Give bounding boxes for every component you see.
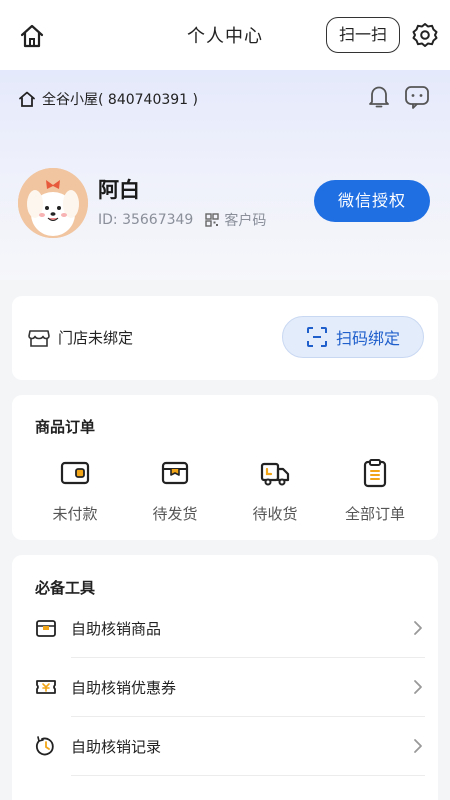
store-home-icon: [19, 91, 35, 107]
message-icon[interactable]: [404, 85, 430, 109]
wechat-authorize-button[interactable]: 微信授权: [314, 180, 430, 222]
order-to-ship-label: 待发货: [152, 505, 198, 523]
avatar-image: [18, 168, 88, 238]
order-to-receive[interactable]: 待收货: [230, 457, 320, 524]
scan-button[interactable]: 扫一扫: [326, 17, 400, 53]
truck-icon: [260, 462, 290, 486]
chevron-right-icon: [414, 739, 422, 753]
scan-bind-label: 扫码绑定: [335, 329, 400, 348]
order-to-receive-label: 待收货: [252, 505, 298, 523]
user-name: 阿白: [98, 178, 140, 202]
scan-bind-button[interactable]: 扫码绑定: [282, 316, 424, 358]
tool-verify-history[interactable]: 自助核销记录: [35, 717, 425, 776]
avatar[interactable]: [18, 168, 88, 238]
scan-frame-icon: [306, 327, 327, 347]
store-bind-card: 门店未绑定 扫码绑定: [12, 296, 438, 380]
order-all[interactable]: 全部订单: [330, 457, 420, 524]
tool-verify-coupon-label: 自助核销优惠券: [71, 679, 177, 697]
user-id-line: ID: 35667349 客户码: [98, 210, 266, 230]
order-unpaid-label: 未付款: [52, 505, 98, 523]
order-to-ship[interactable]: 待发货: [130, 457, 220, 524]
bell-icon[interactable]: [367, 84, 391, 110]
store-name: 全谷小屋( 840740391 ): [42, 92, 198, 108]
tool-verify-goods[interactable]: 自助核销商品: [35, 599, 425, 658]
tool-verify-goods-label: 自助核销商品: [71, 620, 162, 638]
package-icon: [161, 461, 189, 485]
clipboard-icon: [363, 459, 387, 488]
shop-icon: [28, 329, 50, 347]
tools-card: 必备工具 自助核销商品 自助核销优惠券 自助核销记录: [12, 555, 438, 800]
history-icon: [35, 736, 54, 756]
user-id: ID: 35667349: [98, 212, 194, 228]
tool-verify-coupon[interactable]: 自助核销优惠券: [35, 658, 425, 717]
goods-icon: [36, 620, 56, 637]
top-bar: 个人中心 扫一扫: [0, 0, 450, 70]
store-selector[interactable]: 全谷小屋( 840740391 ): [18, 88, 198, 110]
order-unpaid[interactable]: 未付款: [30, 457, 120, 524]
customer-code-label: 客户码: [224, 213, 267, 229]
orders-title: 商品订单: [35, 418, 96, 436]
coupon-icon: [36, 680, 56, 694]
chevron-right-icon: [414, 680, 422, 694]
gear-icon[interactable]: [412, 22, 438, 48]
order-all-label: 全部订单: [344, 505, 405, 523]
personal-center-page: 个人中心 扫一扫 全谷小屋( 840740391 ) 阿白 ID: 356673…: [0, 0, 450, 800]
chevron-right-icon: [414, 621, 422, 635]
wallet-icon: [60, 461, 90, 485]
tool-verify-history-label: 自助核销记录: [71, 738, 162, 756]
orders-card: 商品订单 未付款 待发货 待收货 全部订单: [12, 395, 438, 540]
store-bind-status: 门店未绑定: [28, 327, 133, 348]
row-divider: [71, 775, 425, 776]
store-bind-label: 门店未绑定: [58, 329, 134, 347]
tools-title: 必备工具: [35, 579, 96, 597]
customer-code-link[interactable]: 客户码: [205, 210, 266, 230]
qr-code-icon: [205, 213, 220, 227]
